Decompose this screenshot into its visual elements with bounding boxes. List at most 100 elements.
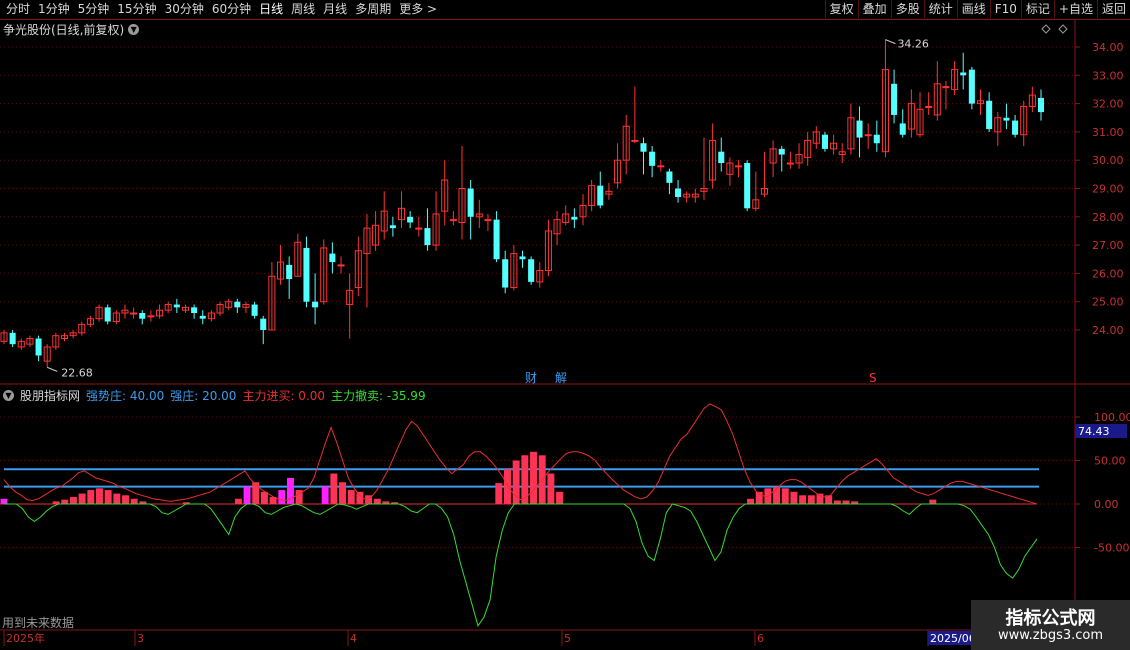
indicator-tick-label: 100.00 (1094, 411, 1130, 424)
indicator-values: 强势庄: 40.00 强庄: 20.00 主力进买: 0.00 主力撤卖: -35.9… (86, 387, 426, 404)
candle-body-down (649, 151, 656, 166)
indicator-bar (78, 493, 86, 504)
candle-body-down (260, 318, 267, 330)
indicator-bar (87, 490, 95, 504)
indicator-bar (330, 473, 338, 504)
indicator-tick-label: 50.00 (1094, 455, 1126, 468)
indicator-value-1: 强庄: 20.00 (170, 389, 237, 403)
s-mark: S (869, 371, 877, 385)
date-label: 2025/06 (930, 632, 976, 645)
candle-body-down (960, 72, 967, 76)
candle-body-down (234, 301, 241, 308)
candle-body-down (312, 301, 319, 308)
candle-body-down (139, 313, 146, 319)
price-tick-label: 27.00 (1092, 239, 1124, 252)
candle-body-down (528, 259, 535, 282)
candle-body-down (718, 151, 725, 164)
candle-body-up (449, 219, 457, 222)
indicator-bar (347, 490, 355, 504)
candle-body-down (35, 338, 42, 356)
price-tick-label: 24.00 (1092, 324, 1124, 337)
date-label: 2025年 (6, 631, 45, 645)
candle-body-up (631, 139, 639, 142)
low-label: 22.68 (61, 366, 92, 379)
future-data-note: 用到未来数据 (2, 616, 75, 630)
chevron-down-icon[interactable]: ▼ (3, 390, 14, 401)
price-tick-label: 29.00 (1092, 183, 1124, 196)
high-label: 34.26 (897, 38, 929, 51)
candle-body-up (864, 134, 872, 137)
candle-body-down (891, 83, 898, 115)
candle-body-up (786, 162, 794, 165)
indicator-bar (96, 488, 103, 504)
indicator-bar (530, 451, 537, 504)
main-buy-line (3, 403, 1038, 505)
price-tick-label: 33.00 (1092, 69, 1124, 82)
indicator-bar (252, 482, 260, 504)
indicator-bar (321, 486, 329, 504)
candle-body-down (597, 185, 604, 206)
indicator-bar (833, 500, 841, 504)
indicator-bar (807, 495, 815, 504)
indicator-bar (747, 498, 755, 504)
diamond-icon (1058, 24, 1068, 34)
indicator-bar (790, 491, 798, 504)
price-tick-label: 26.00 (1092, 267, 1124, 280)
price-tick-label: 30.00 (1092, 154, 1124, 167)
indicator-bar (339, 482, 347, 504)
indicator-bar (504, 469, 511, 504)
indicator-bar (61, 499, 69, 504)
candle-body-down (986, 100, 993, 130)
main-sell-line (4, 503, 1038, 627)
indicator-bar (495, 483, 503, 504)
candle-body-down (1037, 97, 1045, 113)
indicator-bar (260, 491, 268, 504)
candle-body-down (640, 143, 647, 152)
indicator-bar (0, 498, 8, 504)
candle-body-down (199, 315, 206, 319)
indicator-name: 股朋指标网 (20, 389, 81, 403)
candle-body-down (873, 134, 880, 144)
indicator-bar (113, 493, 121, 504)
candle-body-down (502, 259, 509, 288)
candle-body-down (778, 148, 785, 155)
candle-body-up (337, 264, 345, 267)
candle-body-down (1003, 117, 1010, 121)
low-pointer (47, 366, 58, 372)
indicator-value-3: 主力撤卖: -35.99 (331, 389, 426, 403)
candle-body-down (329, 253, 336, 263)
indicator-bar (130, 498, 138, 504)
candle-body-down (493, 219, 500, 260)
candle-body-down (571, 216, 578, 220)
candle-body-down (821, 134, 828, 149)
indicator-bar (842, 500, 850, 504)
kline-chart[interactable]: 34.0033.0032.0031.0030.0029.0028.0027.00… (0, 0, 1130, 650)
diamond-icon (1041, 24, 1051, 34)
indicator-bar (243, 486, 251, 504)
candle-body-down (968, 69, 975, 104)
price-tick-label: 34.00 (1092, 41, 1124, 54)
indicator-bar (799, 495, 807, 504)
indicator-bar (278, 490, 286, 504)
indicator-bar (234, 498, 242, 504)
solve-mark: 解 (555, 371, 567, 385)
candle-body-down (675, 188, 682, 197)
date-label: 5 (564, 632, 571, 645)
watermark-title: 指标公式网 (1005, 608, 1096, 629)
indicator-bar (373, 498, 381, 504)
candle-body-down (424, 228, 431, 246)
candle-body-up (484, 219, 492, 222)
candle-body-up (415, 227, 423, 230)
candle-body-down (666, 171, 673, 183)
candle-body-down (744, 163, 751, 209)
candle-body-down (303, 247, 310, 302)
indicator-bar (929, 499, 937, 504)
indicator-tick-label: -50.00 (1094, 542, 1129, 555)
candle-body-down (1012, 120, 1019, 135)
indicator-bar (547, 473, 555, 504)
indicator-value-0: 强势庄: 40.00 (86, 389, 165, 403)
candle-body-down (899, 123, 906, 135)
price-tick-label: 25.00 (1092, 296, 1124, 309)
candle-body-up (657, 165, 665, 168)
date-label: 6 (757, 632, 764, 645)
